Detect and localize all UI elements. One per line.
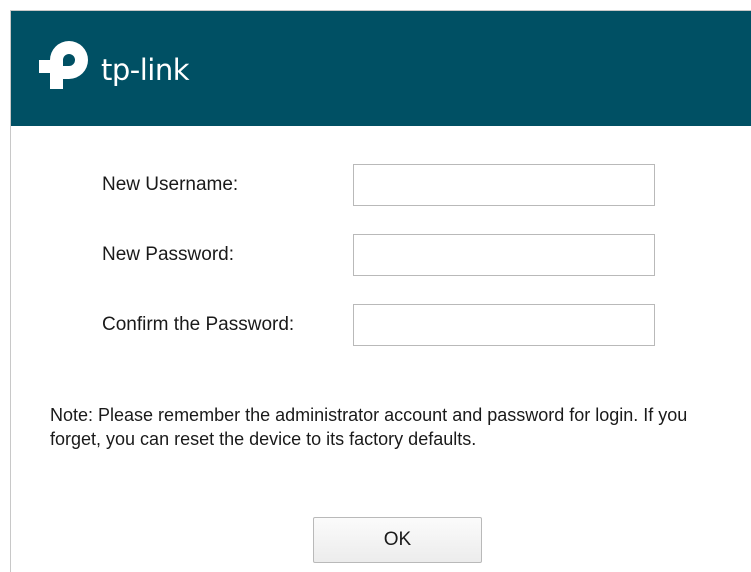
password-label: New Password: (102, 244, 234, 265)
ok-button[interactable]: OK (313, 517, 482, 563)
confirm-password-row: Confirm the Password: (102, 304, 662, 346)
new-username-input[interactable] (353, 164, 655, 206)
password-row: New Password: (102, 234, 662, 276)
new-password-input[interactable] (353, 234, 655, 276)
username-row: New Username: (102, 164, 662, 206)
tp-link-logo-icon (39, 39, 97, 99)
confirm-password-input[interactable] (353, 304, 655, 346)
dialog-frame: tp-link New Username: New Password: Conf… (10, 10, 751, 572)
note-text: Note: Please remember the administrator … (50, 405, 688, 449)
confirm-password-label: Confirm the Password: (102, 314, 295, 335)
brand-header: tp-link (11, 11, 751, 126)
logo-text: tp-link (101, 53, 190, 87)
username-label: New Username: (102, 174, 239, 195)
tp-link-logo: tp-link (39, 39, 190, 99)
